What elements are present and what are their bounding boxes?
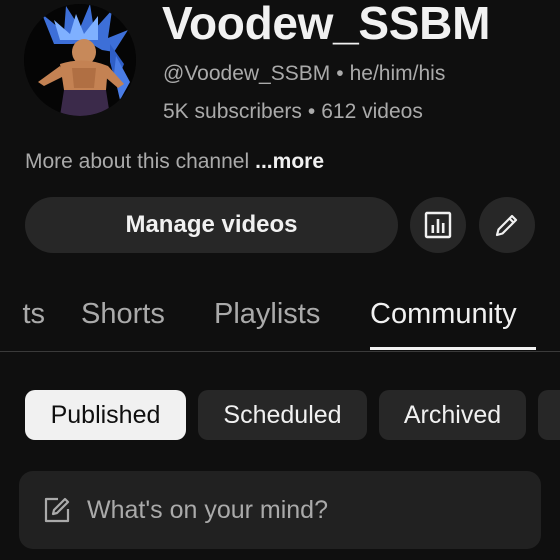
channel-handle: @Voodew_SSBM (163, 62, 331, 85)
video-count: 612 videos (321, 100, 423, 123)
channel-name: Voodew_SSBM (162, 0, 491, 49)
separator-dot: • (336, 62, 344, 85)
channel-stats: 5K subscribers • 612 videos (163, 100, 423, 124)
about-text: More about this channel (25, 150, 250, 173)
subscriber-count: 5K subscribers (163, 100, 302, 123)
channel-about[interactable]: More about this channel ...more (25, 150, 324, 174)
analytics-button[interactable] (410, 197, 466, 253)
chip-scheduled[interactable]: Scheduled (198, 390, 367, 440)
avatar-image (24, 4, 136, 116)
post-composer[interactable]: What's on your mind? (19, 471, 541, 549)
tabs-divider (0, 351, 560, 352)
edit-channel-button[interactable] (479, 197, 535, 253)
tab-playlists[interactable]: Playlists (214, 298, 320, 331)
chip-archived[interactable]: Archived (379, 390, 526, 440)
composer-placeholder: What's on your mind? (87, 495, 328, 524)
manage-videos-button[interactable]: Manage videos (25, 197, 398, 253)
tab-shorts[interactable]: Shorts (81, 298, 165, 331)
chip-overflow[interactable] (538, 390, 560, 440)
tab-community[interactable]: Community (370, 298, 517, 331)
tab-posts[interactable]: ts (21, 298, 45, 331)
channel-handle-line: @Voodew_SSBM • he/him/his (163, 62, 445, 86)
channel-page: Voodew_SSBM @Voodew_SSBM • he/him/his 5K s… (0, 0, 560, 560)
active-tab-indicator (370, 347, 536, 350)
compose-icon (41, 494, 73, 526)
channel-pronouns: he/him/his (349, 62, 446, 85)
separator-dot: • (307, 100, 316, 123)
more-link[interactable]: ...more (255, 150, 324, 173)
pencil-icon (495, 214, 518, 237)
analytics-icon (424, 211, 452, 239)
channel-avatar[interactable] (24, 4, 136, 116)
chip-published[interactable]: Published (25, 390, 186, 440)
